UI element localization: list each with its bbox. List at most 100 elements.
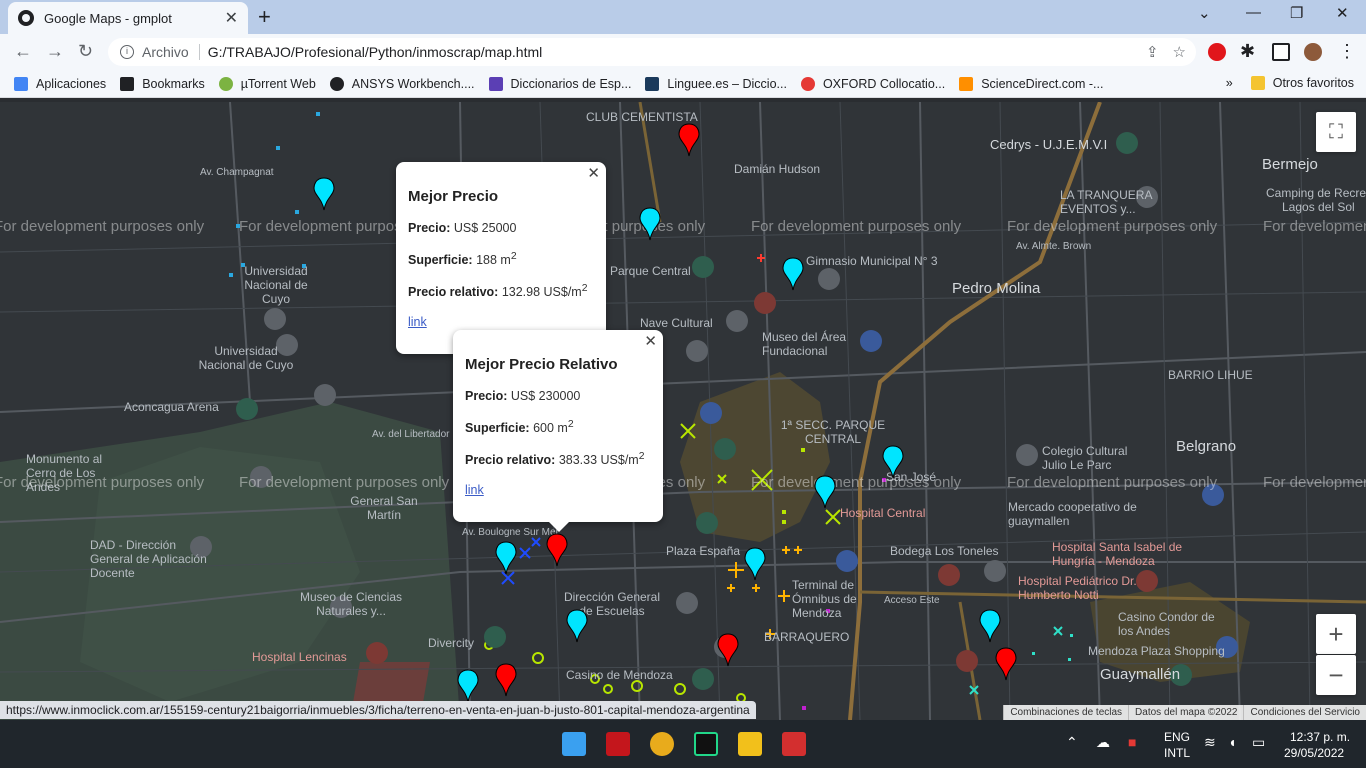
side-panel-icon[interactable] [1272, 43, 1290, 61]
clock-time[interactable]: 12:37 p. m. [1290, 730, 1350, 744]
address-bar[interactable]: i Archivo G:/TRABAJO/Profesional/Python/… [108, 38, 1196, 66]
poi-icon[interactable] [692, 668, 714, 690]
back-icon[interactable]: ← [14, 41, 32, 62]
bookmark-item[interactable]: ScienceDirect.com -... [959, 76, 1103, 91]
dev-watermark: For development purposes only [0, 474, 205, 491]
info-window-title: Mejor Precio [408, 188, 499, 205]
bookmark-item[interactable]: Linguee.es – Diccio... [645, 76, 787, 91]
poi-icon[interactable] [484, 626, 506, 648]
poi-icon[interactable] [836, 550, 858, 572]
chrome-icon[interactable] [650, 732, 674, 756]
bookmarks-bar: Aplicaciones Bookmarks µTorrent Web ANSY… [0, 70, 1366, 98]
area-value: 600 m [533, 421, 568, 436]
bookmark-star-icon[interactable]: ☆ [1173, 43, 1186, 61]
info-window-close-icon[interactable]: ✕ [644, 332, 657, 350]
poi-icon[interactable] [860, 330, 882, 352]
poi-icon[interactable] [696, 512, 718, 534]
poi-icon[interactable] [714, 438, 736, 460]
map-label: Av. del Libertador [372, 429, 450, 440]
map-canvas[interactable]: CLUB CEMENTISTA Damián Hudson Cedrys - U… [0, 102, 1366, 720]
tab-google-maps[interactable]: Google Maps - gmplot ✕ [8, 2, 248, 34]
poi-icon[interactable] [754, 292, 776, 314]
tab-search-chevron-icon[interactable]: ⌄ [1198, 4, 1211, 22]
bookmark-label: Bookmarks [142, 76, 205, 91]
poi-icon[interactable] [714, 636, 736, 658]
tray-chevron-icon[interactable]: ⌃ [1066, 734, 1078, 751]
wifi-icon[interactable]: ≋ [1204, 734, 1216, 751]
info-window-close-icon[interactable]: ✕ [587, 164, 600, 182]
map-label: Belgrano [1176, 438, 1237, 455]
other-favorites[interactable]: Otros favoritos [1250, 76, 1354, 90]
restore-icon[interactable]: ❐ [1290, 4, 1303, 22]
terms-link[interactable]: Condiciones del Servicio [1243, 705, 1366, 720]
reload-icon[interactable]: ↻ [78, 41, 93, 62]
site-info-icon[interactable]: i [120, 45, 134, 59]
bookmark-item[interactable]: Diccionarios de Esp... [488, 76, 631, 91]
zoom-in-button[interactable]: + [1316, 614, 1356, 654]
language-code[interactable]: ENG [1164, 730, 1190, 744]
bookmark-item[interactable]: OXFORD Collocatio... [800, 76, 945, 91]
poi-icon[interactable] [818, 268, 840, 290]
keyboard-layout[interactable]: INTL [1164, 746, 1190, 760]
price-row: Precio: US$ 25000 [408, 221, 594, 235]
dev-watermark: For development purposes only [751, 218, 962, 235]
bookmark-item[interactable]: Bookmarks [120, 76, 205, 91]
volume-icon[interactable]: ◖ [1228, 734, 1236, 750]
url-text[interactable]: G:/TRABAJO/Profesional/Python/inmoscrap/… [208, 44, 543, 60]
fullscreen-button[interactable]: ⛶ [1316, 112, 1356, 152]
poi-icon[interactable] [726, 310, 748, 332]
map-label: Colegio Cultural Julio Le Parc [1042, 444, 1128, 472]
poi-icon[interactable] [1016, 444, 1038, 466]
pycharm-icon[interactable] [694, 732, 718, 756]
status-bar-url: https://www.inmoclick.com.ar/155159-cent… [0, 701, 756, 719]
poi-icon[interactable] [264, 308, 286, 330]
area-label: Superficie: [408, 253, 473, 268]
profile-avatar[interactable] [1304, 43, 1322, 61]
new-tab-button[interactable]: + [258, 4, 271, 30]
apps-grid-icon [14, 76, 28, 91]
poi-icon[interactable] [984, 560, 1006, 582]
app-icon[interactable] [782, 732, 806, 756]
share-icon[interactable]: ⇪ [1146, 43, 1159, 61]
poi-icon[interactable] [366, 642, 388, 664]
poi-icon[interactable] [686, 340, 708, 362]
poi-icon[interactable] [236, 398, 258, 420]
bookmark-item[interactable]: µTorrent Web [218, 76, 316, 91]
mendeley-icon[interactable] [606, 732, 630, 756]
onedrive-icon[interactable]: ☁ [1096, 734, 1110, 751]
menu-kebab-icon[interactable]: ⋮ [1338, 41, 1356, 62]
poi-icon[interactable] [938, 564, 960, 586]
poi-icon[interactable] [314, 384, 336, 406]
map-label: Gimnasio Municipal N° 3 [806, 254, 938, 268]
file-explorer-icon[interactable] [738, 732, 762, 756]
poi-icon[interactable] [956, 650, 978, 672]
map-label: Av. Almte. Brown [1016, 241, 1092, 252]
map-label: Universidad Nacional de Cuyo [198, 344, 294, 372]
listing-link[interactable]: link [408, 315, 427, 329]
keyboard-shortcuts-link[interactable]: Combinaciones de teclas [1003, 705, 1129, 720]
forward-icon[interactable]: → [46, 41, 64, 62]
poi-icon[interactable] [1116, 132, 1138, 154]
opera-extension-icon[interactable] [1208, 43, 1226, 61]
folder-icon [1250, 76, 1265, 90]
poi-icon[interactable] [700, 402, 722, 424]
bookmarks-overflow-icon[interactable]: » [1226, 76, 1233, 90]
tab-close-icon[interactable]: ✕ [225, 8, 238, 28]
bookmark-item[interactable]: Aplicaciones [14, 76, 106, 91]
listing-link[interactable]: link [465, 483, 484, 497]
poi-icon[interactable] [1136, 570, 1158, 592]
poi-icon[interactable] [692, 256, 714, 278]
map-label: Mercado cooperativo de guaymallen [1008, 500, 1137, 528]
poi-icon[interactable] [676, 592, 698, 614]
map-label: Bodega Los Toneles [890, 544, 999, 558]
windows-start-icon[interactable] [562, 732, 586, 756]
bookmark-item[interactable]: ANSYS Workbench.... [329, 76, 475, 91]
clock-date[interactable]: 29/05/2022 [1284, 746, 1344, 760]
antivirus-icon[interactable]: ■ [1128, 734, 1136, 750]
zoom-out-button[interactable]: − [1316, 655, 1356, 695]
minimize-icon[interactable]: — [1246, 4, 1261, 21]
relative-price-value: 383.33 US$/m [558, 453, 639, 468]
extensions-puzzle-icon[interactable]: ✱ [1240, 41, 1255, 62]
close-window-icon[interactable]: ✕ [1336, 4, 1349, 22]
battery-icon[interactable]: ▭ [1252, 734, 1265, 751]
